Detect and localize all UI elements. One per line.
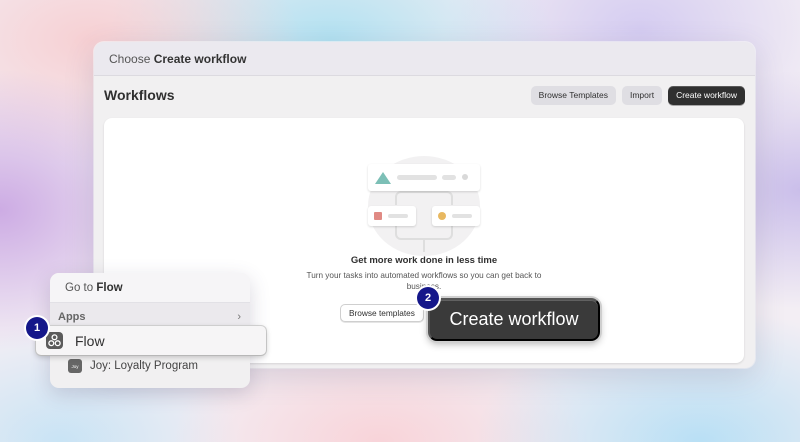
browse-templates-link-button[interactable]: Browse templates [340,304,424,322]
empty-state-title: Get more work done in less time [350,255,498,266]
palette-item-label: Joy: Loyalty Program [90,360,199,372]
illustration-line [452,214,472,218]
illustration-connector-bottom [395,226,453,240]
illustration-line [397,175,437,180]
search-query: Flow [96,281,123,294]
square-icon [374,212,382,220]
illustration-connector-top [395,191,453,205]
search-prefix: Go to [65,281,94,294]
illustration-connector-stem [423,240,425,252]
illustration-line [388,214,408,218]
flow-app-icon [46,332,63,349]
page-title: Workflows [104,87,175,103]
palette-item-label: Flow [75,332,105,349]
triangle-icon [375,172,391,184]
illustration-dot [462,174,468,180]
page-header: Workflows Browse Templates Import Create… [94,76,755,114]
import-button[interactable]: Import [621,85,663,105]
chevron-right-icon: › [237,311,241,323]
workflow-illustration [368,156,480,256]
title-prefix: Choose [109,51,151,66]
title-bold: Create workflow [153,51,247,66]
step-badge-2: 2 [417,287,439,309]
joy-app-icon: Joy [68,359,82,373]
illustration-line [442,175,456,180]
create-workflow-highlight-button[interactable]: Create workflow [428,298,600,341]
illustration-action-card [368,206,416,226]
circle-icon [438,212,446,220]
header-actions: Browse Templates Import Create workflow [530,85,745,105]
section-label: Apps [58,311,86,323]
illustration-condition-card [432,206,480,226]
palette-search-input[interactable]: Go to Flow [50,273,250,303]
palette-item-flow[interactable]: Flow [36,326,266,355]
create-workflow-button[interactable]: Create workflow [668,85,745,105]
palette-item-joy[interactable]: Joy Joy: Loyalty Program [58,355,198,377]
window-title: Choose Create workflow [94,42,755,76]
step-badge-1: 1 [26,317,48,339]
illustration-trigger-card [368,164,480,191]
browse-templates-button[interactable]: Browse Templates [530,85,616,105]
